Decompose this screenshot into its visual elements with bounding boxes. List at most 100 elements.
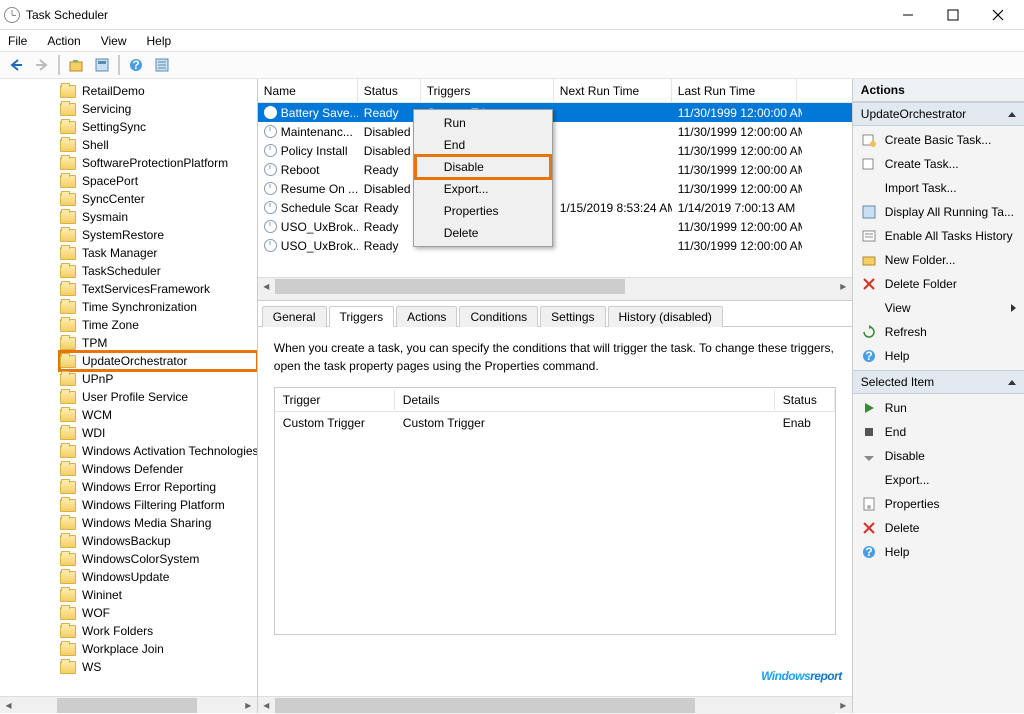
context-menu-item[interactable]: Delete xyxy=(416,222,550,244)
help-button[interactable]: ? xyxy=(124,54,148,76)
action-item[interactable]: Create Task... xyxy=(853,152,1024,176)
tree-item[interactable]: Workplace Join xyxy=(60,640,257,658)
minimize-button[interactable] xyxy=(885,1,930,29)
context-menu-item[interactable]: End xyxy=(416,134,550,156)
console-button[interactable] xyxy=(90,54,114,76)
tree-item[interactable]: SyncCenter xyxy=(60,190,257,208)
tree-item[interactable]: Shell xyxy=(60,136,257,154)
detail-hscroll[interactable]: ◂ ▸ xyxy=(258,696,852,713)
tree-hscroll[interactable]: ◂ ▸ xyxy=(0,696,257,713)
action-item[interactable]: Import Task... xyxy=(853,176,1024,200)
section-selected-item[interactable]: Selected Item xyxy=(853,370,1024,394)
tree-item[interactable]: Work Folders xyxy=(60,622,257,640)
col-last[interactable]: Last Run Time xyxy=(672,79,797,102)
tree-item[interactable]: Time Zone xyxy=(60,316,257,334)
action-item[interactable]: Properties xyxy=(853,492,1024,516)
tree-item[interactable]: User Profile Service xyxy=(60,388,257,406)
tree-item[interactable]: WindowsColorSystem xyxy=(60,550,257,568)
tree-item[interactable]: Windows Error Reporting xyxy=(60,478,257,496)
tasklist-hscroll[interactable]: ◂ ▸ xyxy=(258,277,852,294)
action-item[interactable]: Enable All Tasks History xyxy=(853,224,1024,248)
tree-item[interactable]: TaskScheduler xyxy=(60,262,257,280)
col-next[interactable]: Next Run Time xyxy=(554,79,672,102)
trigger-row[interactable]: Custom TriggerCustom TriggerEnab xyxy=(275,412,835,434)
tree-item[interactable]: WindowsUpdate xyxy=(60,568,257,586)
action-item[interactable]: Refresh xyxy=(853,320,1024,344)
menu-view[interactable]: View xyxy=(97,32,131,50)
tree-item[interactable]: WindowsBackup xyxy=(60,532,257,550)
tree-item[interactable]: UpdateOrchestrator xyxy=(60,352,257,370)
tree-item[interactable]: WDI xyxy=(60,424,257,442)
detail-tab[interactable]: Settings xyxy=(540,306,605,327)
detail-tab[interactable]: Actions xyxy=(396,306,457,327)
task-row[interactable]: USO_UxBrok...Ready11/30/1999 12:00:00 AM xyxy=(258,236,852,255)
tree-item[interactable]: Windows Media Sharing xyxy=(60,514,257,532)
menu-help[interactable]: Help xyxy=(143,32,176,50)
tree-item[interactable]: Servicing xyxy=(60,100,257,118)
col-triggers[interactable]: Triggers xyxy=(421,79,554,102)
col-status[interactable]: Status xyxy=(358,79,421,102)
action-item[interactable]: Run xyxy=(853,396,1024,420)
detail-tab[interactable]: Triggers xyxy=(329,306,395,327)
col-trigger[interactable]: Trigger xyxy=(275,390,395,410)
context-menu-item[interactable]: Properties xyxy=(416,200,550,222)
action-item[interactable]: Delete Folder xyxy=(853,272,1024,296)
close-button[interactable] xyxy=(975,1,1020,29)
task-row[interactable]: Battery Save...ReadyCustom Trigger11/30/… xyxy=(258,103,852,122)
action-item[interactable]: Disable xyxy=(853,444,1024,468)
scroll-right-icon[interactable]: ▸ xyxy=(835,278,852,295)
tree-item[interactable]: WS xyxy=(60,658,257,676)
tree-item[interactable]: WOF xyxy=(60,604,257,622)
action-item[interactable]: ?Help xyxy=(853,344,1024,368)
tree-item[interactable]: SpacePort xyxy=(60,172,257,190)
task-row[interactable]: Maintenanc...Disabled11/30/1999 12:00:00… xyxy=(258,122,852,141)
task-row[interactable]: Policy InstallDisabled11/30/1999 12:00:0… xyxy=(258,141,852,160)
up-button[interactable] xyxy=(64,54,88,76)
properties-button[interactable] xyxy=(150,54,174,76)
section-update-orchestrator[interactable]: UpdateOrchestrator xyxy=(853,102,1024,126)
action-item[interactable]: Display All Running Ta... xyxy=(853,200,1024,224)
tree-item[interactable]: WCM xyxy=(60,406,257,424)
scroll-right-icon[interactable]: ▸ xyxy=(240,697,257,714)
context-menu-item[interactable]: Run xyxy=(416,112,550,134)
menu-action[interactable]: Action xyxy=(43,32,84,50)
context-menu-item[interactable]: Export... xyxy=(416,178,550,200)
action-item[interactable]: Export... xyxy=(853,468,1024,492)
back-button[interactable] xyxy=(4,54,28,76)
tree-item[interactable]: Time Synchronization xyxy=(60,298,257,316)
tree-item[interactable]: TextServicesFramework xyxy=(60,280,257,298)
tree-item[interactable]: Wininet xyxy=(60,586,257,604)
tree-item[interactable]: RetailDemo xyxy=(60,82,257,100)
tree-item[interactable]: Windows Filtering Platform xyxy=(60,496,257,514)
forward-button[interactable] xyxy=(30,54,54,76)
action-item[interactable]: Create Basic Task... xyxy=(853,128,1024,152)
action-item[interactable]: Delete xyxy=(853,516,1024,540)
detail-tab[interactable]: Conditions xyxy=(459,306,538,327)
col-status[interactable]: Status xyxy=(775,390,835,410)
detail-tab[interactable]: History (disabled) xyxy=(608,306,723,327)
task-row[interactable]: Schedule ScanReady1/15/2019 8:53:24 AM1/… xyxy=(258,198,852,217)
action-item[interactable]: ?Help xyxy=(853,540,1024,564)
action-item[interactable]: New Folder... xyxy=(853,248,1024,272)
scroll-right-icon[interactable]: ▸ xyxy=(835,697,852,714)
tree-item[interactable]: SystemRestore xyxy=(60,226,257,244)
tree-item[interactable]: Sysmain xyxy=(60,208,257,226)
task-row[interactable]: Resume On ...Disabled11/30/1999 12:00:00… xyxy=(258,179,852,198)
tree-item[interactable]: Task Manager xyxy=(60,244,257,262)
context-menu-item[interactable]: Disable xyxy=(416,156,550,178)
action-item[interactable]: View xyxy=(853,296,1024,320)
col-details[interactable]: Details xyxy=(395,390,775,410)
col-name[interactable]: Name xyxy=(258,79,358,102)
tree-item[interactable]: UPnP xyxy=(60,370,257,388)
maximize-button[interactable] xyxy=(930,1,975,29)
tree-item[interactable]: Windows Activation Technologies xyxy=(60,442,257,460)
action-item[interactable]: End xyxy=(853,420,1024,444)
scroll-left-icon[interactable]: ◂ xyxy=(258,278,275,295)
tree-item[interactable]: Windows Defender xyxy=(60,460,257,478)
task-row[interactable]: RebootReady11/30/1999 12:00:00 AM xyxy=(258,160,852,179)
scroll-left-icon[interactable]: ◂ xyxy=(0,697,17,714)
menu-file[interactable]: File xyxy=(4,32,31,50)
task-row[interactable]: USO_UxBrok...Ready11/30/1999 12:00:00 AM xyxy=(258,217,852,236)
tree-item[interactable]: SoftwareProtectionPlatform xyxy=(60,154,257,172)
tree-item[interactable]: TPM xyxy=(60,334,257,352)
